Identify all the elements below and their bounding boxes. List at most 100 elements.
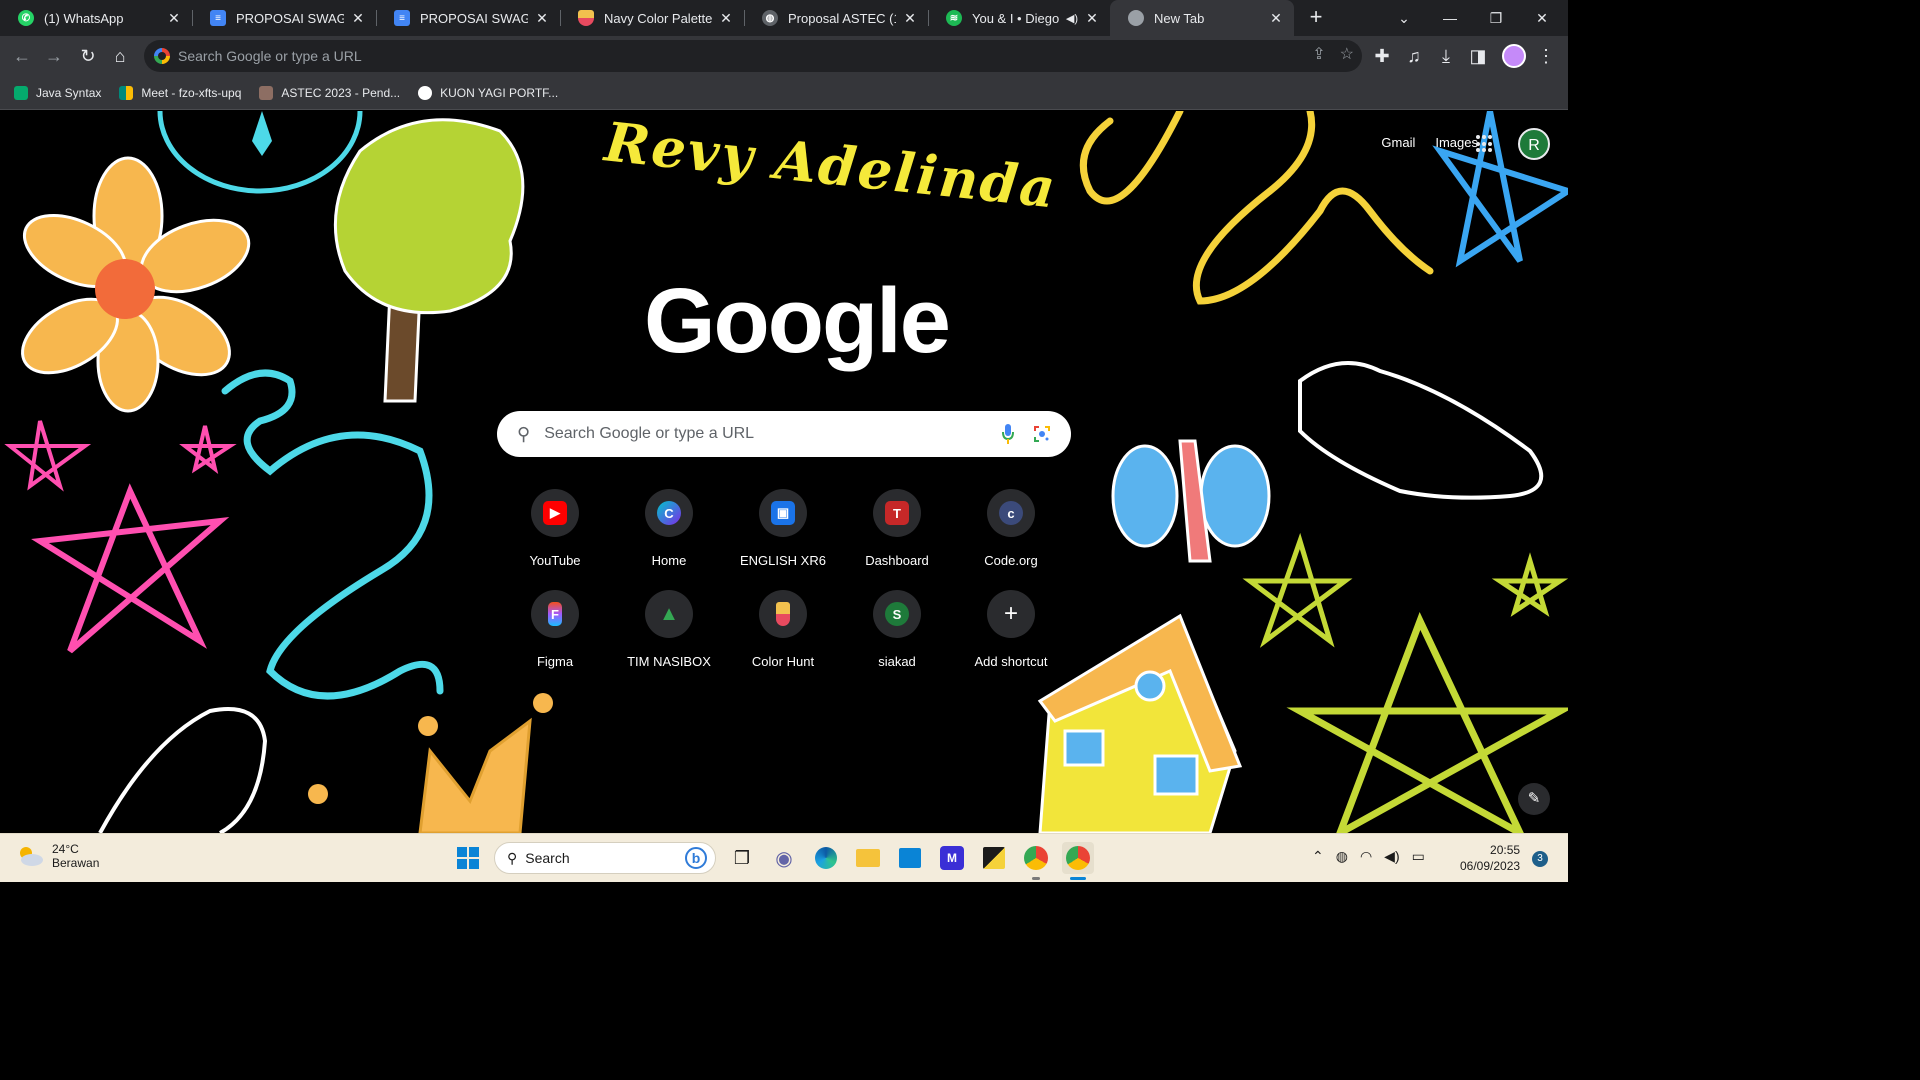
bookmark-astec[interactable]: ASTEC 2023 - Pend... [259,85,400,100]
new-tab-button[interactable]: + [1304,6,1328,30]
bookmark-star-icon[interactable]: ☆ [1340,44,1354,64]
restore-button[interactable]: ❐ [1484,6,1508,30]
clock[interactable]: 20:55 06/09/2023 [1460,842,1520,874]
close-icon[interactable]: ✕ [902,10,918,26]
wifi-icon[interactable]: ◠ [1360,848,1372,865]
download-icon[interactable]: ⤓ [1434,44,1458,68]
images-link[interactable]: Images [1435,135,1478,150]
shortcut-home[interactable]: C Home [612,489,726,568]
gmail-link[interactable]: Gmail [1381,135,1415,150]
siakad-icon: S [885,602,909,626]
shortcut-dashboard[interactable]: T Dashboard [840,489,954,568]
vpn-app-icon[interactable]: M [936,842,968,874]
microsoft-store-icon[interactable] [894,842,926,874]
teams-chat-icon[interactable]: ◉ [768,842,800,874]
shortcut-label: Add shortcut [974,654,1048,669]
shortcut-add[interactable]: + Add shortcut [954,590,1068,669]
tab-navy-palettes[interactable]: Navy Color Palettes - ✕ [560,0,744,36]
search-input[interactable] [544,425,965,443]
battery-icon[interactable]: ▭ [1412,848,1425,865]
file-explorer-icon[interactable] [852,842,884,874]
forward-button[interactable]: → [42,44,66,68]
shortcut-figma[interactable]: F Figma [498,590,612,669]
shortcut-color-hunt[interactable]: ● Color Hunt [726,590,840,669]
bookmark-label: Java Syntax [36,85,102,100]
weather-widget[interactable]: 24°C Berawan [16,842,99,870]
bookmark-kuon-yagi[interactable]: KUON YAGI PORTF... [418,85,558,100]
volume-icon[interactable]: ◀) [1384,848,1399,865]
figma-icon: F [548,602,562,626]
tab-search-chevron-icon[interactable]: ⌄ [1392,6,1416,30]
profile-avatar[interactable] [1502,44,1526,68]
tab-title: You & I • Diego G [972,10,1062,26]
minimize-button[interactable]: — [1438,6,1462,30]
top-links: Gmail Images [1381,135,1478,150]
tab-proposal-astec[interactable]: ◍ Proposal ASTEC (1).pd ✕ [744,0,928,36]
windows-taskbar: 24°C Berawan ⚲ Search b ❐ ◉ M ⌃ ◍ ◠ ◀) ▭… [0,833,1568,882]
tab-strip: ✆ (1) WhatsApp ✕ ≡ PROPOSAI SWAG - Go ✕ … [0,0,1568,36]
close-icon[interactable]: ✕ [1268,10,1284,26]
shortcut-siakad[interactable]: S siakad [840,590,954,669]
close-icon[interactable]: ✕ [166,10,182,26]
close-icon[interactable]: ✕ [534,10,550,26]
tab-spotify[interactable]: ≋ You & I • Diego G ◀) ✕ [928,0,1110,36]
bookmark-meet[interactable]: Meet - fzo-xfts-upq [119,85,241,100]
chrome-active-icon[interactable] [1062,842,1094,880]
shortcut-codeorg[interactable]: c Code.org [954,489,1068,568]
classroom-icon: ▣ [771,501,795,525]
media-control-icon[interactable]: ♫ [1402,44,1426,68]
close-window-button[interactable]: ✕ [1530,6,1554,30]
tab-title: PROPOSAI SWAG - Go [420,10,528,26]
bookmark-java-syntax[interactable]: Java Syntax [14,85,102,100]
tab-proposai-2[interactable]: ≡ PROPOSAI SWAG - Go ✕ [376,0,560,36]
chrome-profile-icon[interactable] [1020,842,1052,880]
chevron-up-icon[interactable]: ⌃ [1312,848,1324,865]
new-tab-page: Revy Adelinda Gmail Images R Google ⚲ Se… [0,111,1568,833]
w3schools-icon [14,85,28,100]
customize-pencil-icon[interactable]: ✎ [1518,783,1550,815]
close-icon[interactable]: ✕ [350,10,366,26]
share-icon[interactable]: ⇪ [1312,44,1325,64]
microphone-icon[interactable] [1001,423,1015,445]
canva-icon: C [657,501,681,525]
menu-kebab-icon[interactable]: ⋮ [1534,44,1558,68]
home-button[interactable]: ⌂ [108,44,132,68]
google-apps-icon[interactable] [1476,135,1494,153]
cloud-icon [20,847,43,866]
google-logo: Google [644,270,951,372]
bookmarks-bar: Java Syntax Meet - fzo-xfts-upq ASTEC 20… [0,76,1568,110]
weather-temperature: 24°C [52,842,79,856]
address-bar[interactable]: Search Google or type a URL ⇪ ☆ [144,40,1362,72]
shortcut-english-xr6[interactable]: ▣ ENGLISH XR6 [726,489,840,568]
search-box[interactable]: ⚲ [497,411,1071,457]
google-icon [154,48,170,64]
portfolio-icon [418,85,433,100]
spotify-icon: ≋ [946,10,962,26]
windows-start-icon[interactable] [452,842,484,874]
tab-title: Navy Color Palettes - [604,10,712,26]
sticky-notes-icon[interactable] [978,842,1010,874]
close-icon[interactable]: ✕ [718,10,734,26]
tab-whatsapp[interactable]: ✆ (1) WhatsApp ✕ [0,0,192,36]
shortcut-label: Home [651,553,687,568]
reload-button[interactable]: ↻ [76,44,100,68]
security-icon[interactable]: ◍ [1336,848,1348,865]
shortcut-youtube[interactable]: ▶ YouTube [498,489,612,568]
task-view-icon[interactable]: ❐ [726,842,758,874]
side-panel-icon[interactable]: ◨ [1466,44,1490,68]
account-avatar[interactable]: R [1518,128,1550,160]
clock-time: 20:55 [1490,843,1521,857]
shortcut-label: Dashboard [865,553,929,568]
taskbar-search[interactable]: ⚲ Search b [494,842,716,874]
edge-icon[interactable] [810,842,842,874]
color-hunt-icon [578,10,594,26]
shortcut-tim-nasibox[interactable]: ▲ TIM NASIBOX [612,590,726,669]
google-lens-icon[interactable] [1033,425,1051,443]
back-button[interactable]: ← [10,44,34,68]
speaker-icon[interactable]: ◀) [1066,12,1078,25]
tab-proposai-1[interactable]: ≡ PROPOSAI SWAG - Go ✕ [192,0,376,36]
tab-new-tab[interactable]: New Tab ✕ [1110,0,1294,36]
extensions-icon[interactable]: ✚ [1370,44,1394,68]
notification-badge[interactable]: 3 [1532,851,1548,867]
close-icon[interactable]: ✕ [1084,10,1100,26]
